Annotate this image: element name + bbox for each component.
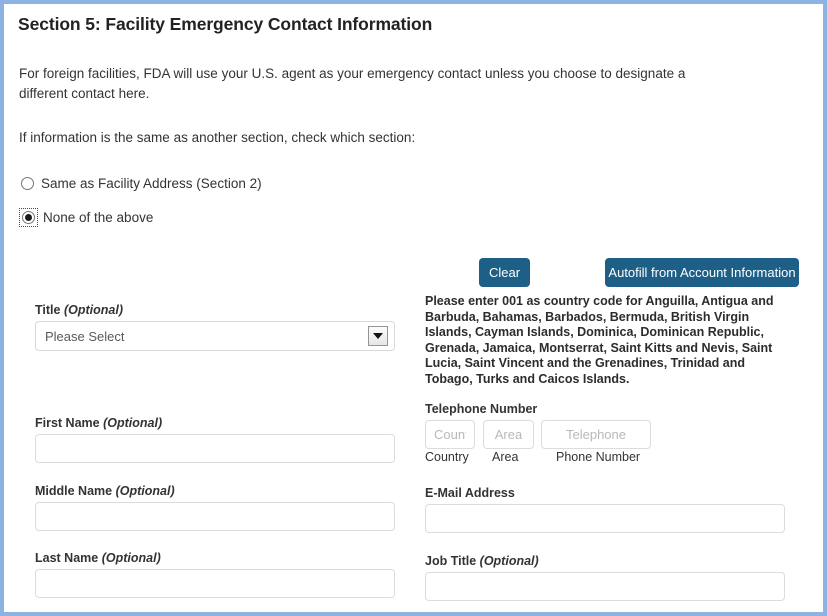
page-title: Section 5: Facility Emergency Contact In… (18, 14, 433, 34)
label-title: Title (Optional) (35, 303, 123, 317)
radio-icon-checked[interactable] (19, 208, 38, 227)
telephone-country-caption: Country (425, 450, 469, 464)
label-first-name-text: First Name (35, 416, 100, 430)
page-container: Section 5: Facility Emergency Contact In… (0, 0, 827, 616)
job-title-input[interactable] (425, 572, 785, 601)
telephone-number-input[interactable] (541, 420, 651, 449)
label-email-address-text: E-Mail Address (425, 486, 515, 500)
label-first-name-optional: (Optional) (103, 416, 163, 430)
telephone-country-input[interactable] (425, 420, 475, 449)
label-title-optional: (Optional) (63, 303, 123, 317)
label-last-name-optional: (Optional) (101, 551, 161, 565)
label-last-name-text: Last Name (35, 551, 99, 565)
clear-button[interactable]: Clear (479, 258, 530, 287)
label-middle-name-optional: (Optional) (115, 484, 175, 498)
label-job-title: Job Title (Optional) (425, 554, 539, 568)
form-panel: Section 5: Facility Emergency Contact In… (4, 4, 823, 612)
label-job-title-optional: (Optional) (479, 554, 539, 568)
label-telephone-number-text: Telephone Number (425, 402, 538, 416)
country-code-note: Please enter 001 as country code for Ang… (425, 294, 774, 386)
email-address-input[interactable] (425, 504, 785, 533)
chevron-down-icon[interactable] (368, 326, 388, 346)
radio-label-none-of-the-above: None of the above (43, 210, 154, 225)
title-select-value: Please Select (45, 328, 125, 344)
title-select[interactable]: Please Select (35, 321, 395, 351)
radio-icon-unchecked[interactable] (19, 175, 36, 192)
label-last-name: Last Name (Optional) (35, 551, 161, 565)
telephone-area-input[interactable] (483, 420, 534, 449)
label-first-name: First Name (Optional) (35, 416, 162, 430)
radio-same-as-facility-address[interactable]: Same as Facility Address (Section 2) (19, 175, 262, 192)
telephone-area-caption: Area (492, 450, 519, 464)
check-section-prompt: If information is the same as another se… (19, 130, 416, 145)
radio-label-same-as-facility: Same as Facility Address (Section 2) (41, 176, 262, 191)
label-middle-name: Middle Name (Optional) (35, 484, 175, 498)
label-title-text: Title (35, 303, 61, 317)
label-middle-name-text: Middle Name (35, 484, 113, 498)
telephone-number-caption: Phone Number (556, 450, 641, 464)
first-name-input[interactable] (35, 434, 395, 463)
last-name-input[interactable] (35, 569, 395, 598)
label-telephone-number: Telephone Number (425, 402, 537, 416)
autofill-from-account-button[interactable]: Autofill from Account Information (605, 258, 799, 287)
intro-paragraph: For foreign facilities, FDA will use you… (19, 66, 686, 101)
middle-name-input[interactable] (35, 502, 395, 531)
label-email-address: E-Mail Address (425, 486, 515, 500)
label-job-title-text: Job Title (425, 554, 477, 568)
radio-none-of-the-above[interactable]: None of the above (19, 208, 153, 227)
